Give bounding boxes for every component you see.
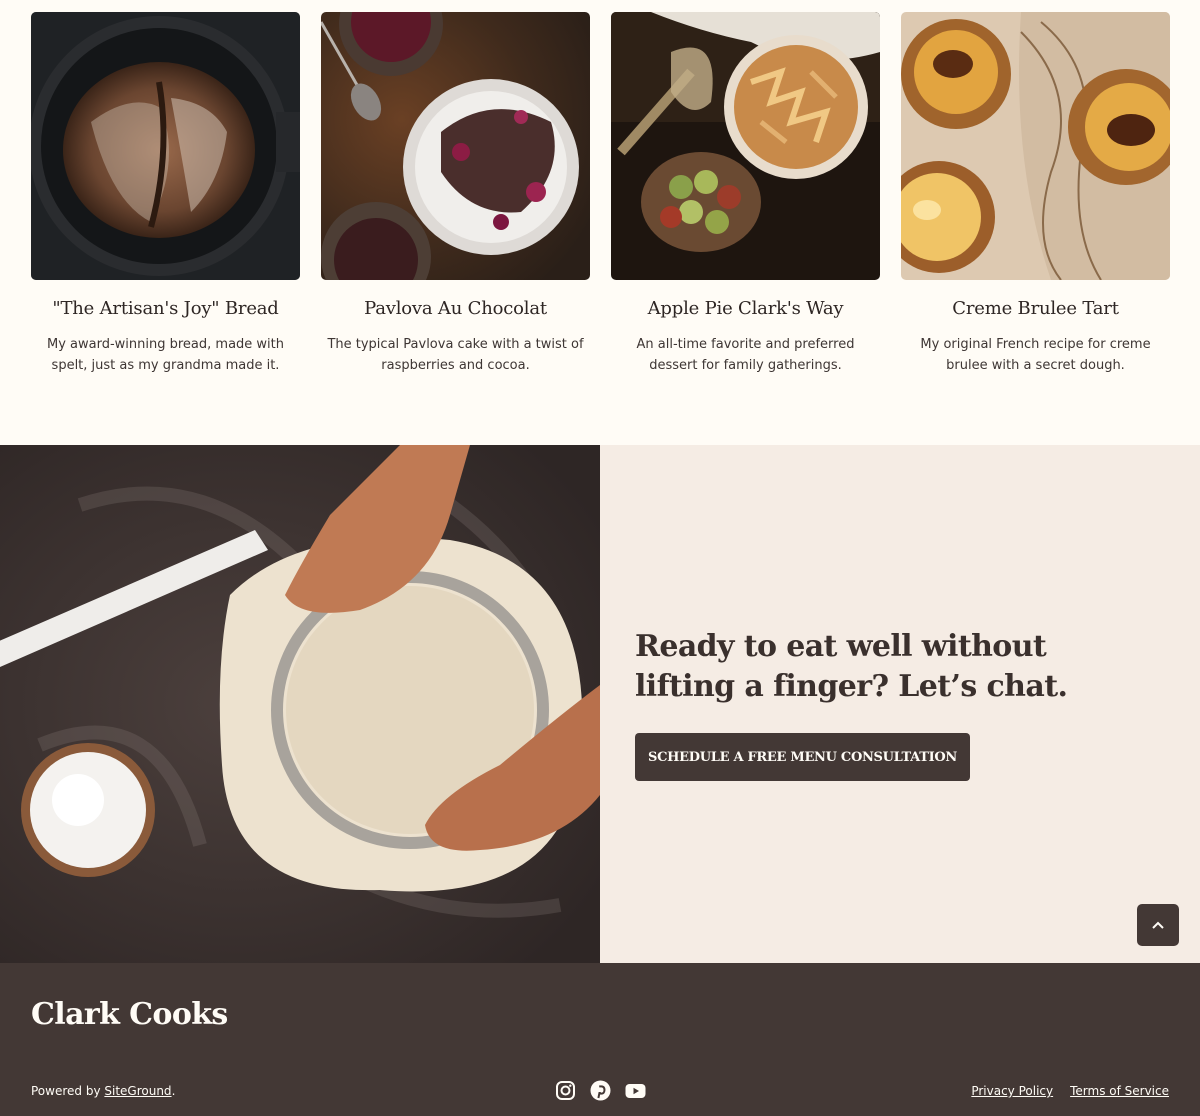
instagram-icon[interactable] [555,1080,576,1101]
recipe-title[interactable]: Pavlova Au Chocolat [321,298,590,319]
recipe-title[interactable]: "The Artisan's Joy" Bread [31,298,300,319]
cta-panel: Ready to eat well without lifting a fing… [600,445,1200,963]
youtube-icon[interactable] [625,1080,646,1101]
recipe-card[interactable]: Apple Pie Clark's Way An all-time favori… [611,12,880,376]
pavlova-photo[interactable] [321,12,590,280]
recipe-grid: "The Artisan's Joy" Bread My award-winni… [31,12,1170,376]
recipe-card[interactable]: Creme Brulee Tart My original French rec… [901,12,1170,376]
footer: Clark Cooks Powered by SiteGround. Priva… [0,963,1200,1116]
dough-rolling-photo [0,445,600,963]
chevron-up-icon [1152,921,1164,929]
recipe-card[interactable]: Pavlova Au Chocolat The typical Pavlova … [321,12,590,376]
creme-brulee-photo[interactable] [901,12,1170,280]
social-links [555,1080,646,1101]
recipe-description: My original French recipe for creme brul… [920,337,1151,373]
terms-of-service-link[interactable]: Terms of Service [1070,1084,1169,1098]
recipe-card[interactable]: "The Artisan's Joy" Bread My award-winni… [31,12,300,376]
bread-photo[interactable] [31,12,300,280]
privacy-policy-link[interactable]: Privacy Policy [971,1084,1053,1098]
recipe-title[interactable]: Creme Brulee Tart [901,298,1170,319]
recipe-description: An all-time favorite and preferred desse… [636,337,855,373]
apple-pie-photo[interactable] [611,12,880,280]
schedule-consultation-button[interactable]: SCHEDULE A FREE MENU CONSULTATION [635,733,970,781]
cta-section: Ready to eat well without lifting a fing… [0,445,1200,963]
cta-heading: Ready to eat well without lifting a fing… [635,629,1068,704]
pinterest-icon[interactable] [590,1080,611,1101]
powered-prefix: Powered by [31,1084,105,1098]
footer-brand[interactable]: Clark Cooks [31,997,228,1032]
recipe-description: The typical Pavlova cake with a twist of… [327,337,584,373]
legal-links: Privacy Policy Terms of Service [971,1084,1169,1098]
powered-suffix: . [171,1084,176,1098]
recipe-description: My award-winning bread, made with spelt,… [46,337,284,373]
powered-by: Powered by SiteGround. [31,1084,175,1098]
siteground-link[interactable]: SiteGround [104,1084,171,1098]
recipe-title[interactable]: Apple Pie Clark's Way [611,298,880,319]
back-to-top-button[interactable] [1137,904,1179,946]
